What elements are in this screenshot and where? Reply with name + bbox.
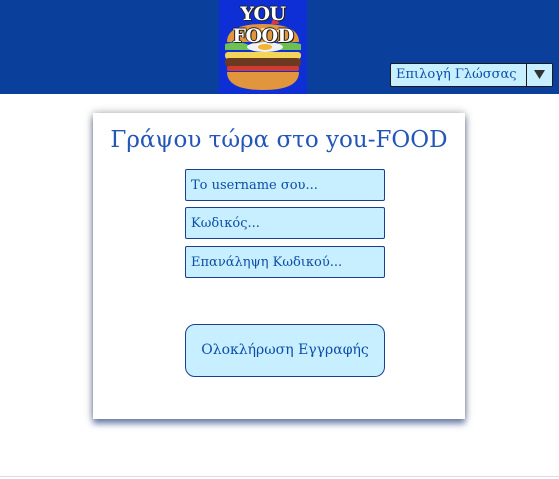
complete-registration-button[interactable]: Ολοκλήρωση Εγγραφής <box>185 324 385 377</box>
divider <box>0 476 559 477</box>
language-select[interactable]: Επιλογή Γλώσσας <box>390 63 553 87</box>
repeat-password-input[interactable] <box>185 246 385 278</box>
username-input[interactable] <box>185 169 385 201</box>
language-select-value: Επιλογή Γλώσσας <box>396 67 517 82</box>
chevron-down-icon <box>534 70 545 79</box>
logo[interactable]: YOU FOOD <box>219 0 307 94</box>
logo-text: YOU FOOD <box>232 3 294 47</box>
password-input[interactable] <box>185 207 385 239</box>
signup-title: Γράψου τώρα στο you-FOOD <box>110 127 448 153</box>
signup-card: Γράψου τώρα στο you-FOOD Ολοκλήρωση Εγγρ… <box>93 113 465 419</box>
page: YOU FOOD Επιλογή Γλώσσας Γράψου τώρα στο… <box>0 0 559 479</box>
header-bar: YOU FOOD Επιλογή Γλώσσας <box>0 0 559 94</box>
language-dropdown-button[interactable] <box>526 64 552 86</box>
